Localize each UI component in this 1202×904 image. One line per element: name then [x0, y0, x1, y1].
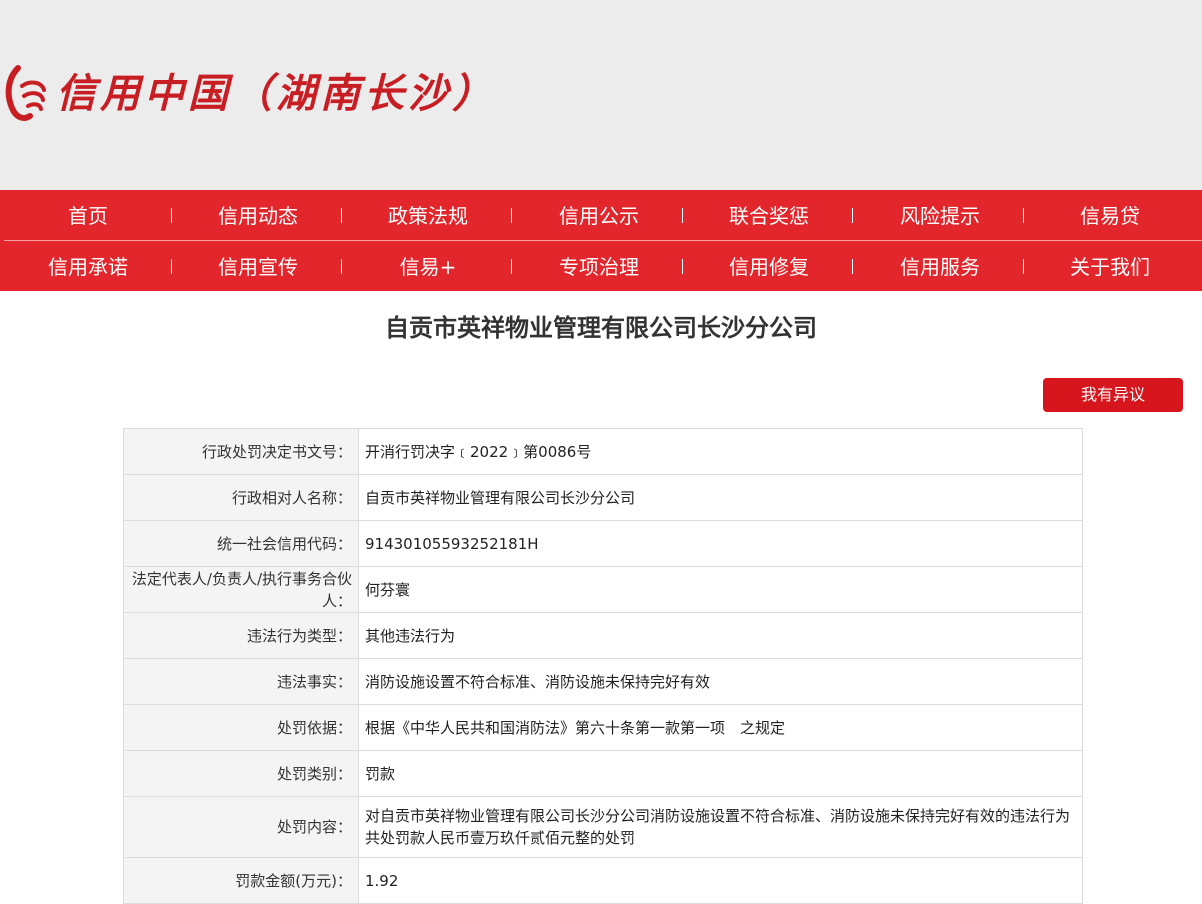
nav-row-secondary: 信用承诺 信用宣传 信易+ 专项治理 信用修复 信用服务 关于我们	[0, 241, 1202, 291]
penalty-details-table: 行政处罚决定书文号： 开消行罚决字﹝2022﹞第0086号 行政相对人名称： 自…	[123, 428, 1083, 904]
nav-separator	[511, 208, 512, 223]
field-value: 何芬寰	[358, 566, 1083, 613]
table-row: 行政相对人名称： 自贡市英祥物业管理有限公司长沙分公司	[123, 474, 1083, 521]
nav-item-credit-commitment[interactable]: 信用承诺	[13, 241, 163, 291]
nav-separator	[171, 259, 172, 274]
nav-separator	[341, 259, 342, 274]
nav-item-credit-plus[interactable]: 信易+	[353, 241, 503, 291]
site-logo[interactable]: 信用中国（湖南长沙）	[4, 62, 496, 126]
file-objection-button[interactable]: 我有异议	[1043, 378, 1183, 412]
credit-china-logo-icon	[5, 65, 46, 121]
table-row: 统一社会信用代码： 91430105593252181H	[123, 520, 1083, 567]
nav-item-credit-disclosure[interactable]: 信用公示	[524, 190, 674, 240]
table-row: 违法行为类型： 其他违法行为	[123, 612, 1083, 659]
field-value: 罚款	[358, 750, 1083, 797]
nav-row-primary: 首页 信用动态 政策法规 信用公示 联合奖惩 风险提示 信易贷	[0, 190, 1202, 240]
field-value: 1.92	[358, 857, 1083, 904]
nav-item-risk-alerts[interactable]: 风险提示	[865, 190, 1015, 240]
field-label: 违法事实：	[123, 658, 359, 705]
nav-item-policies[interactable]: 政策法规	[353, 190, 503, 240]
nav-separator	[682, 208, 683, 223]
field-label: 违法行为类型：	[123, 612, 359, 659]
table-row: 罚款金额(万元)： 1.92	[123, 857, 1083, 904]
nav-item-credit-news[interactable]: 信用动态	[183, 190, 333, 240]
table-row: 行政处罚决定书文号： 开消行罚决字﹝2022﹞第0086号	[123, 428, 1083, 475]
nav-separator	[1023, 259, 1024, 274]
nav-item-credit-publicity[interactable]: 信用宣传	[183, 241, 333, 291]
nav-item-credit-services[interactable]: 信用服务	[865, 241, 1015, 291]
nav-item-credit-loan[interactable]: 信易贷	[1035, 190, 1185, 240]
nav-separator	[511, 259, 512, 274]
table-row: 法定代表人/负责人/执行事务合伙人： 何芬寰	[123, 566, 1083, 613]
field-label: 统一社会信用代码：	[123, 520, 359, 567]
nav-item-credit-repair[interactable]: 信用修复	[694, 241, 844, 291]
field-label: 法定代表人/负责人/执行事务合伙人：	[123, 566, 359, 613]
nav-separator	[852, 259, 853, 274]
table-row: 处罚类别： 罚款	[123, 750, 1083, 797]
nav-item-special-governance[interactable]: 专项治理	[524, 241, 674, 291]
field-value: 开消行罚决字﹝2022﹞第0086号	[358, 428, 1083, 475]
field-label: 行政相对人名称：	[123, 474, 359, 521]
field-value: 其他违法行为	[358, 612, 1083, 659]
field-label: 行政处罚决定书文号：	[123, 428, 359, 475]
main-navigation: 首页 信用动态 政策法规 信用公示 联合奖惩 风险提示 信易贷 信用承诺 信用宣…	[0, 190, 1202, 291]
field-label: 罚款金额(万元)：	[123, 857, 359, 904]
page-title: 自贡市英祥物业管理有限公司长沙分公司	[385, 314, 817, 342]
table-row: 处罚内容： 对自贡市英祥物业管理有限公司长沙分公司消防设施设置不符合标准、消防设…	[123, 796, 1083, 858]
field-value: 91430105593252181H	[358, 520, 1083, 567]
nav-item-home[interactable]: 首页	[13, 190, 163, 240]
field-value: 自贡市英祥物业管理有限公司长沙分公司	[358, 474, 1083, 521]
field-value: 对自贡市英祥物业管理有限公司长沙分公司消防设施设置不符合标准、消防设施未保持完好…	[358, 796, 1083, 858]
table-row: 处罚依据： 根据《中华人民共和国消防法》第六十条第一款第一项 之规定	[123, 704, 1083, 751]
field-value: 根据《中华人民共和国消防法》第六十条第一款第一项 之规定	[358, 704, 1083, 751]
table-row: 违法事实： 消防设施设置不符合标准、消防设施未保持完好有效	[123, 658, 1083, 705]
nav-separator	[171, 208, 172, 223]
field-label: 处罚内容：	[123, 796, 359, 858]
site-header: 信用中国（湖南长沙）	[0, 0, 1202, 190]
nav-separator	[852, 208, 853, 223]
nav-separator	[341, 208, 342, 223]
nav-item-rewards-penalties[interactable]: 联合奖惩	[694, 190, 844, 240]
site-logo-text: 信用中国（湖南长沙）	[56, 70, 496, 117]
field-label: 处罚依据：	[123, 704, 359, 751]
nav-separator	[682, 259, 683, 274]
field-value: 消防设施设置不符合标准、消防设施未保持完好有效	[358, 658, 1083, 705]
nav-separator	[1023, 208, 1024, 223]
field-label: 处罚类别：	[123, 750, 359, 797]
nav-item-about-us[interactable]: 关于我们	[1035, 241, 1185, 291]
